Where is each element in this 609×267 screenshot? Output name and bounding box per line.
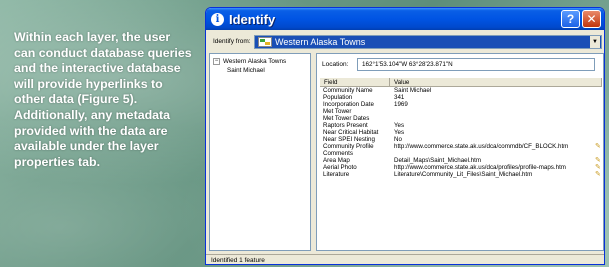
value-text: No [394, 136, 402, 143]
table-row[interactable]: Near Critical Habitat Yes [320, 129, 602, 136]
value-cell[interactable]: Detail_Maps\Saint_Michael.htm ✎ [390, 157, 602, 164]
hyperlink-icon[interactable]: ✎ [595, 143, 601, 150]
field-cell: Population [323, 94, 353, 101]
value-cell: Saint Michael [390, 87, 602, 94]
value-cell: 341 [390, 94, 602, 101]
value-cell: 1969 [390, 101, 602, 108]
window-title: Identify [229, 11, 276, 27]
table-row[interactable]: Raptors Present Yes [320, 122, 602, 129]
field-cell: Met Tower [323, 108, 352, 115]
value-cell[interactable]: http://www.commerce.state.ak.us/dca/comm… [390, 143, 602, 150]
value-text: Yes [394, 122, 405, 129]
field-cell: Near SPEI Nesting [323, 136, 375, 143]
field-cell: Community Profile [323, 143, 374, 150]
table-row[interactable]: Aerial Photo http://www.commerce.state.ak… [320, 164, 602, 171]
identify-from-dropdown[interactable]: Western Alaska Towns ▼ [254, 35, 602, 49]
field-cell: Incorporation Date [323, 101, 374, 108]
field-cell: Near Critical Habitat [323, 129, 379, 136]
detail-panel: Location: 162°1'53.104"W 63°28'23.871"N … [316, 53, 604, 251]
field-cell: Raptors Present [323, 122, 368, 129]
table-row[interactable]: Area Map Detail_Maps\Saint_Michael.htm ✎ [320, 157, 602, 164]
table-row[interactable]: Population 341 [320, 94, 602, 101]
column-header-field[interactable]: Field [320, 78, 390, 86]
value-text: Saint Michael [394, 87, 432, 94]
field-cell: Community Name [323, 87, 373, 94]
value-text: http://www.commerce.state.ak.us/dca/prof… [394, 164, 566, 171]
value-cell [390, 108, 602, 115]
value-text: http://www.commerce.state.ak.us/dca/comm… [394, 143, 569, 150]
identify-from-value: Western Alaska Towns [275, 37, 366, 47]
close-button[interactable]: ✕ [582, 10, 601, 28]
location-label: Location: [322, 61, 349, 68]
slide-caption: Within each layer, the user can conduct … [14, 30, 192, 169]
location-row: Location: 162°1'53.104"W 63°28'23.871"N [317, 58, 604, 72]
help-button[interactable]: ? [561, 10, 580, 28]
hyperlink-icon[interactable]: ✎ [595, 164, 601, 171]
value-cell[interactable]: Literature\Community_Lit_Files\Saint_Mic… [390, 171, 602, 178]
identify-from-label: Identify from: [213, 38, 251, 45]
value-text: 1969 [394, 101, 408, 108]
identify-from-row: Identify from: Western Alaska Towns ▼ [206, 34, 604, 50]
value-cell[interactable]: http://www.commerce.state.ak.us/dca/prof… [390, 164, 602, 171]
value-text: Literature\Community_Lit_Files\Saint_Mic… [394, 171, 533, 178]
column-header-value[interactable]: Value [390, 78, 602, 86]
layer-icon [258, 37, 272, 47]
value-text: Yes [394, 129, 405, 136]
results-tree: − Western Alaska Towns Saint Michael [209, 53, 311, 251]
hyperlink-icon[interactable]: ✎ [595, 157, 601, 164]
field-cell: Literature [323, 171, 350, 178]
field-cell: Area Map [323, 157, 350, 164]
value-cell [390, 150, 602, 157]
identify-window: i Identify ? ✕ Identify from: Western Al… [205, 7, 605, 265]
value-cell [390, 115, 602, 122]
value-cell: No [390, 136, 602, 143]
slide-background: { "caption": "Within each layer, the use… [0, 0, 609, 267]
tree-node-layer[interactable]: − Western Alaska Towns [213, 58, 286, 65]
value-cell: Yes [390, 122, 602, 129]
table-row[interactable]: Community Name Saint Michael [320, 87, 602, 94]
field-cell: Met Tower Dates [323, 115, 370, 122]
field-cell: Comments [323, 150, 353, 157]
grid-header: Field Value [320, 78, 602, 87]
table-row[interactable]: Met Tower [320, 108, 602, 115]
tree-feature-label: Saint Michael [227, 67, 265, 74]
title-bar[interactable]: i Identify ? ✕ [206, 8, 604, 30]
value-cell: Yes [390, 129, 602, 136]
status-bar: Identified 1 feature [206, 254, 604, 264]
tree-node-feature[interactable]: Saint Michael [227, 67, 265, 74]
table-row[interactable]: Met Tower Dates [320, 115, 602, 122]
field-cell: Aerial Photo [323, 164, 357, 171]
value-text: 341 [394, 94, 405, 101]
collapse-icon[interactable]: − [213, 58, 220, 65]
table-row[interactable]: Incorporation Date 1969 [320, 101, 602, 108]
table-row[interactable]: Comments [320, 150, 602, 157]
grid-body: Community Name Saint Michael Population 341… [320, 87, 602, 178]
table-row[interactable]: Literature Literature\Community_Lit_Files… [320, 171, 602, 178]
table-row[interactable]: Near SPEI Nesting No [320, 136, 602, 143]
table-row[interactable]: Community Profile http://www.commerce.sta… [320, 143, 602, 150]
attribute-grid: Field Value Community Name Saint Michael P… [320, 78, 602, 248]
info-icon: i [211, 12, 224, 26]
location-field[interactable]: 162°1'53.104"W 63°28'23.871"N [357, 58, 595, 71]
chevron-down-icon[interactable]: ▼ [590, 36, 600, 48]
hyperlink-icon[interactable]: ✎ [595, 171, 601, 178]
tree-layer-label: Western Alaska Towns [223, 58, 287, 66]
value-text: Detail_Maps\Saint_Michael.htm [394, 157, 482, 164]
